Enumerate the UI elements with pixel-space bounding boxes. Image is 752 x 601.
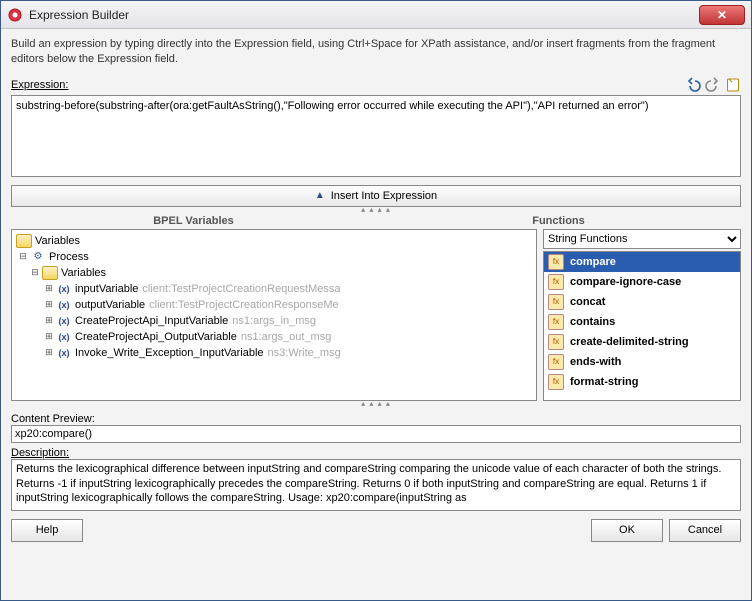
function-list[interactable]: fxcomparefxcompare-ignore-casefxconcatfx…	[543, 251, 741, 401]
tree-root[interactable]: Variables	[14, 233, 534, 249]
expand-icon[interactable]: ⊞	[42, 315, 56, 326]
collapse-icon[interactable]: ⊟	[16, 251, 30, 262]
function-item[interactable]: fx compare	[544, 252, 740, 272]
function-item[interactable]: fx compare-ignore-case	[544, 272, 740, 292]
button-bar: Help OK Cancel	[11, 511, 741, 542]
description-text: Returns the lexicographical difference b…	[11, 459, 741, 511]
chevron-up-icon: ▲	[315, 190, 325, 201]
variable-icon	[56, 330, 72, 344]
app-icon	[7, 7, 23, 23]
function-icon: fx	[548, 334, 564, 350]
function-name: contains	[570, 316, 615, 328]
close-button[interactable]: ✕	[699, 5, 745, 25]
variable-type: ns1:args_out_msg	[241, 331, 332, 343]
tree-variable-item[interactable]: ⊞ CreateProjectApi_InputVariable ns1:args_…	[14, 313, 534, 329]
folder-open-icon	[42, 266, 58, 280]
tree-variable-item[interactable]: ⊞ inputVariable client:TestProjectCreation…	[14, 281, 534, 297]
cancel-button[interactable]: Cancel	[669, 519, 741, 542]
function-item[interactable]: fx create-delimited-string	[544, 332, 740, 352]
undo-icon[interactable]	[685, 77, 701, 93]
function-name: concat	[570, 296, 605, 308]
bpel-variables-header: BPEL Variables	[11, 213, 376, 229]
function-icon: fx	[548, 314, 564, 330]
splitter-handle[interactable]: ▴ ▴ ▴ ▴	[11, 401, 741, 407]
function-name: ends-with	[570, 356, 621, 368]
dialog-content: Build an expression by typing directly i…	[1, 29, 751, 600]
function-name: compare-ignore-case	[570, 276, 681, 288]
tree-vars-folder[interactable]: ⊟ Variables	[14, 265, 534, 281]
description-label: Description:	[11, 447, 741, 459]
variable-type: ns1:args_in_msg	[232, 315, 316, 327]
redo-icon[interactable]	[705, 77, 721, 93]
function-icon: fx	[548, 254, 564, 270]
variable-icon	[56, 298, 72, 312]
insert-button-label: Insert Into Expression	[331, 190, 437, 202]
function-name: compare	[570, 256, 616, 268]
ok-button[interactable]: OK	[591, 519, 663, 542]
variable-icon	[56, 346, 72, 360]
function-item[interactable]: fx format-string	[544, 372, 740, 392]
function-item[interactable]: fx contains	[544, 312, 740, 332]
dialog-window: Expression Builder ✕ Build an expression…	[0, 0, 752, 601]
variable-icon	[56, 282, 72, 296]
content-preview-field	[11, 425, 741, 443]
variable-name: inputVariable	[75, 283, 138, 295]
function-category-select[interactable]: String Functions	[543, 229, 741, 249]
tree-process[interactable]: ⊟ ⚙ Process	[14, 249, 534, 265]
function-icon: fx	[548, 294, 564, 310]
variables-tree[interactable]: Variables ⊟ ⚙ Process ⊟ Variables ⊞inp	[11, 229, 537, 401]
panes-headers: BPEL Variables Functions	[11, 213, 741, 229]
expression-header: Expression:	[11, 77, 741, 93]
variable-icon	[56, 314, 72, 328]
close-icon: ✕	[717, 8, 727, 22]
function-name: create-delimited-string	[570, 336, 689, 348]
variable-type: client:TestProjectCreationRequestMessa	[142, 283, 340, 295]
function-icon: fx	[548, 374, 564, 390]
window-title: Expression Builder	[29, 8, 699, 22]
function-icon: fx	[548, 274, 564, 290]
function-icon: fx	[548, 354, 564, 370]
expand-icon[interactable]: ⊞	[42, 283, 56, 294]
variable-type: client:TestProjectCreationResponseMe	[149, 299, 339, 311]
help-button[interactable]: Help	[11, 519, 83, 542]
tree-variable-item[interactable]: ⊞ CreateProjectApi_OutputVariable ns1:args…	[14, 329, 534, 345]
functions-header: Functions	[376, 213, 741, 229]
variable-name: outputVariable	[75, 299, 145, 311]
function-name: format-string	[570, 376, 638, 388]
panes-container: Variables ⊟ ⚙ Process ⊟ Variables ⊞inp	[11, 229, 741, 401]
clear-icon[interactable]	[725, 77, 741, 93]
functions-pane: String Functions fx compare fx compare-igno…	[543, 229, 741, 401]
variable-name: CreateProjectApi_OutputVariable	[75, 331, 237, 343]
content-preview-label: Content Preview:	[11, 413, 741, 425]
variable-type: ns3:Write_msg	[268, 347, 341, 359]
function-item[interactable]: fx ends-with	[544, 352, 740, 372]
expression-label: Expression:	[11, 79, 68, 91]
variables-pane: Variables ⊟ ⚙ Process ⊟ Variables ⊞inp	[11, 229, 537, 401]
variable-name: Invoke_Write_Exception_InputVariable	[75, 347, 264, 359]
insert-into-expression-button[interactable]: ▲ Insert Into Expression	[11, 185, 741, 207]
expression-input[interactable]	[11, 95, 741, 177]
expand-icon[interactable]: ⊞	[42, 331, 56, 342]
title-bar[interactable]: Expression Builder ✕	[1, 1, 751, 29]
folder-open-icon	[16, 234, 32, 248]
variable-name: CreateProjectApi_InputVariable	[75, 315, 228, 327]
process-icon: ⚙	[30, 250, 46, 264]
tree-variable-item[interactable]: ⊞ outputVariable client:TestProjectCreatio…	[14, 297, 534, 313]
instruction-text: Build an expression by typing directly i…	[11, 37, 741, 67]
collapse-icon[interactable]: ⊟	[28, 267, 42, 278]
expand-icon[interactable]: ⊞	[42, 299, 56, 310]
tree-variable-item[interactable]: ⊞ Invoke_Write_Exception_InputVariable ns3…	[14, 345, 534, 361]
function-item[interactable]: fx concat	[544, 292, 740, 312]
expand-icon[interactable]: ⊞	[42, 347, 56, 358]
